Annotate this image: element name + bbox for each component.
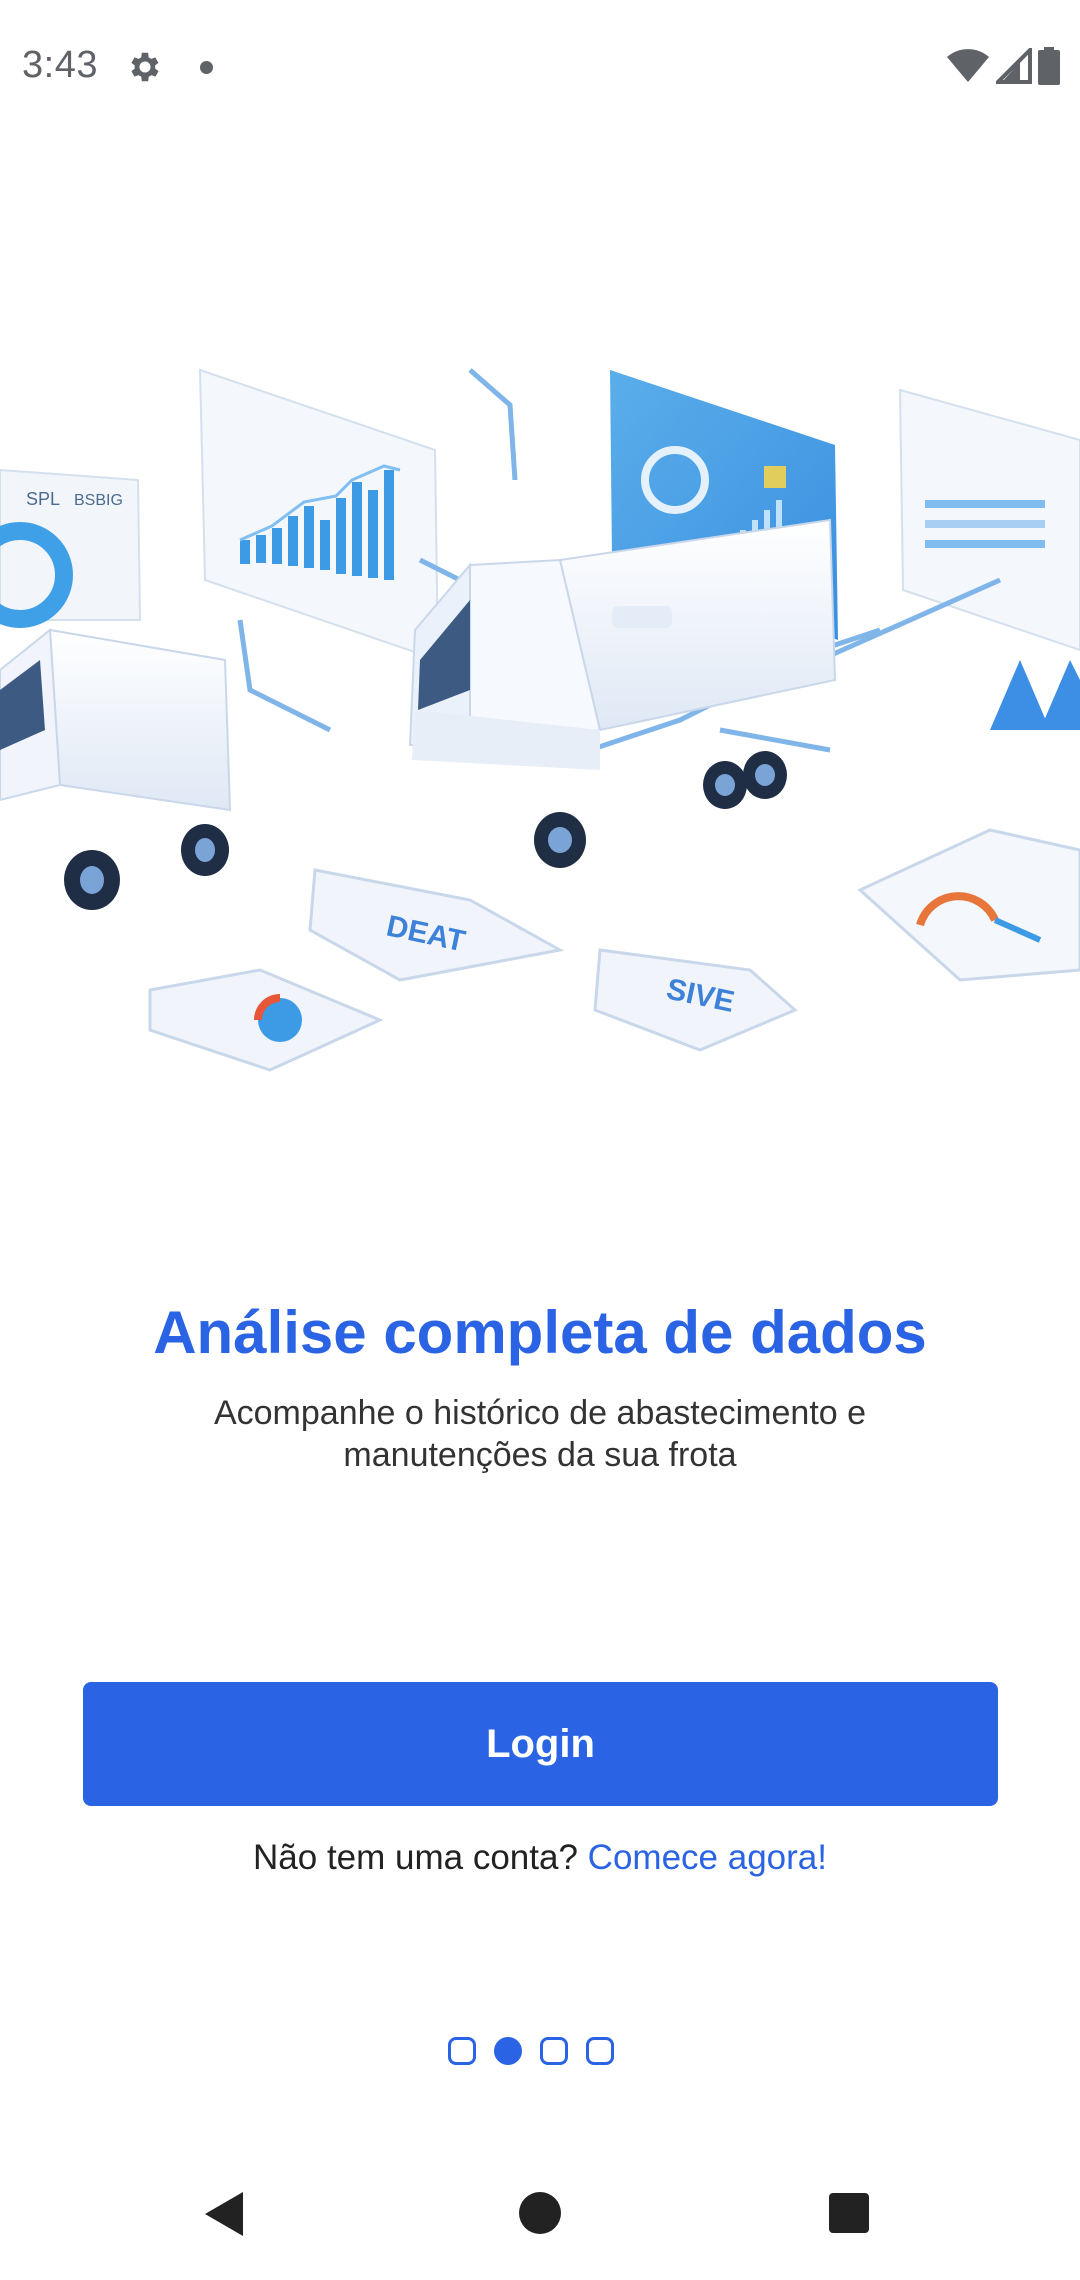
onboarding-title: Análise completa de dados [153,1299,927,1366]
page-dot-1[interactable] [448,2037,476,2065]
back-icon[interactable] [205,2192,243,2236]
page-dot-4[interactable] [586,2037,614,2065]
signup-link[interactable]: Comece agora! [588,1838,827,1877]
status-bar: 3:43 [0,0,1080,130]
platform-sive: SIVE [593,948,798,1052]
cell-signal-icon [996,48,1032,84]
system-nav-bar [0,2160,1080,2280]
wifi-icon [947,49,989,82]
truck-left [0,628,232,910]
bar-chart-card [198,368,440,662]
battery-icon [1038,47,1060,85]
signup-row: Não tem uma conta? Comece agora! [0,1838,1080,1878]
card-left-label-b: BSBIG [74,492,123,509]
notification-dot-icon [200,61,213,74]
fleet-analytics-illustration: SPL BSBIG DEAT SIVE [0,368,1080,1072]
platform-deat: DEAT [308,868,565,982]
page-dot-2-active[interactable] [494,2037,522,2065]
signup-prompt: Não tem uma conta? [253,1838,578,1877]
page-indicator [448,2037,614,2065]
status-icons [946,46,1060,86]
recents-icon[interactable] [829,2193,869,2233]
card-left-label: SPL [26,489,60,509]
platform-gauge-right [857,828,1080,982]
status-time: 3:43 [22,44,98,86]
truck-center [408,518,837,868]
onboarding-subtitle: Acompanhe o histórico de abastecimento e… [213,1394,867,1474]
platform-chart [148,968,384,1072]
left-donut-card: SPL BSBIG [0,468,142,628]
home-icon[interactable] [519,2192,561,2234]
big-letter-shape [990,660,1080,730]
login-button[interactable]: Login [83,1682,998,1806]
page-dot-3[interactable] [540,2037,568,2065]
gear-icon [131,52,159,82]
